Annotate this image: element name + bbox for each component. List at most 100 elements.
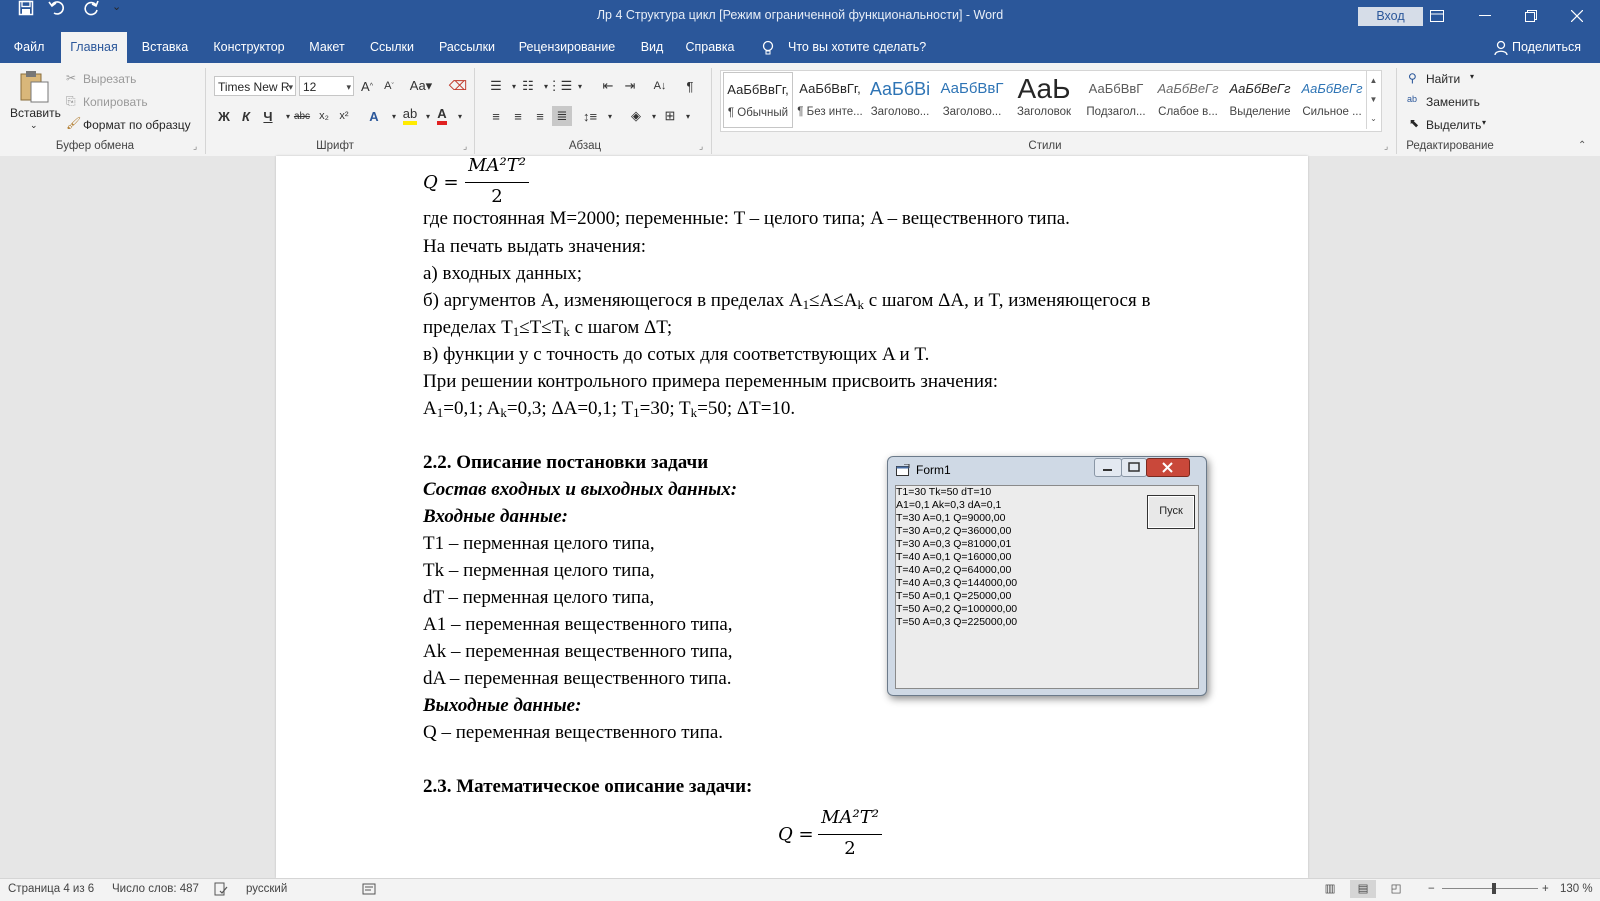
strikethrough-icon[interactable]: abc <box>292 106 312 126</box>
font-name-combo[interactable]: Times New R ▾ <box>214 76 296 96</box>
shading-icon[interactable]: ◈ <box>626 106 646 126</box>
page-counter[interactable]: Страница 4 из 6 <box>8 878 94 900</box>
style-heading2[interactable]: АаБбВвГ Заголово... <box>937 72 1007 128</box>
style-normal[interactable]: АаБбВвГг, ¶ Обычный <box>723 72 793 128</box>
style-subtitle[interactable]: АаБбВвГ Подзагол... <box>1081 72 1151 128</box>
tab-view[interactable]: Вид <box>632 32 672 63</box>
grow-font-icon[interactable]: A ^ <box>357 76 377 96</box>
find-dropdown-icon[interactable]: ▾ <box>1470 72 1474 81</box>
cut-icon: ✂ <box>66 71 77 85</box>
copy-button[interactable]: Копировать <box>83 95 148 109</box>
restore-icon[interactable] <box>1508 0 1554 32</box>
style-no-spacing[interactable]: АаБбВвГг, ¶ Без инте... <box>795 72 865 128</box>
align-left-icon[interactable]: ≡ <box>486 106 506 126</box>
proofing-icon[interactable] <box>214 882 228 896</box>
borders-icon[interactable]: ⊞ <box>660 106 680 126</box>
underline-icon[interactable]: Ч <box>258 106 278 126</box>
format-painter-button[interactable]: Формат по образцу <box>83 118 191 132</box>
tab-mailings[interactable]: Рассылки <box>432 32 502 63</box>
tab-file[interactable]: Файл <box>0 32 58 63</box>
styles-dialog-launcher[interactable]: ⌟ <box>1384 141 1388 152</box>
multilevel-dropdown-icon[interactable]: ▾ <box>570 76 590 96</box>
clipboard-dialog-launcher[interactable]: ⌟ <box>193 141 197 152</box>
zoom-slider-track[interactable] <box>1442 888 1538 889</box>
word-count[interactable]: Число слов: 487 <box>112 878 199 900</box>
align-center-icon[interactable]: ≡ <box>508 106 528 126</box>
styles-scroll-controls[interactable]: ▲ ▼ ⌄ <box>1366 71 1380 129</box>
superscript-icon[interactable]: x² <box>334 106 354 126</box>
form1-title-bar[interactable]: Form1 <box>888 457 1206 483</box>
section-heading: 2.2. Описание постановки задачи <box>423 452 709 473</box>
zoom-in-icon[interactable]: + <box>1542 878 1549 900</box>
replace-button[interactable]: Заменить <box>1426 95 1480 109</box>
style-title[interactable]: АаЬ Заголовок <box>1009 72 1079 128</box>
style-intense-emphasis[interactable]: АаБбВеГг Сильное ... <box>1297 72 1367 128</box>
share-button[interactable]: Поделиться <box>1512 32 1581 63</box>
zoom-slider-thumb[interactable] <box>1491 883 1496 894</box>
form1-minimize-icon[interactable] <box>1094 458 1122 477</box>
print-layout-icon[interactable]: ▤ <box>1350 880 1376 898</box>
align-right-icon[interactable]: ≡ <box>530 106 550 126</box>
copy-icon: ⎘ <box>66 94 76 108</box>
tab-review[interactable]: Рецензирование <box>512 32 622 63</box>
paragraph-dialog-launcher[interactable]: ⌟ <box>699 141 703 152</box>
borders-dropdown-icon[interactable]: ▾ <box>678 106 698 126</box>
style-subtle-emphasis[interactable]: АаБбВеГг Слабое в... <box>1153 72 1223 128</box>
run-button[interactable]: Пуск <box>1147 495 1195 529</box>
paste-button[interactable]: Вставить <box>10 106 61 120</box>
highlight-icon[interactable]: ab <box>400 106 420 126</box>
share-person-icon[interactable] <box>1494 40 1508 59</box>
tab-insert[interactable]: Вставка <box>131 32 199 63</box>
tab-help[interactable]: Справка <box>682 32 738 63</box>
sort-icon[interactable]: A↓ <box>650 76 670 96</box>
zoom-out-icon[interactable]: − <box>1428 878 1435 900</box>
paste-icon[interactable] <box>18 70 50 107</box>
style-heading1[interactable]: АаБбВі Заголово... <box>865 72 935 128</box>
web-layout-icon[interactable]: ◰ <box>1384 880 1408 898</box>
justify-icon[interactable]: ≣ <box>552 106 572 126</box>
numbering-icon[interactable]: ☷ <box>518 76 538 96</box>
select-button[interactable]: Выделить <box>1426 118 1481 132</box>
macro-record-icon[interactable] <box>362 882 376 896</box>
language-indicator[interactable]: русский <box>246 878 287 900</box>
bold-icon[interactable]: Ж <box>214 106 234 126</box>
paste-dropdown-icon[interactable]: ⌄ <box>30 120 38 131</box>
ribbon-display-options-icon[interactable] <box>1414 0 1460 32</box>
read-mode-icon[interactable]: ▥ <box>1318 880 1342 898</box>
app-icon <box>896 463 910 479</box>
subheading: Состав входных и выходных данных: <box>423 479 738 500</box>
collapse-ribbon-icon[interactable]: ⌃ <box>1578 140 1586 151</box>
text-effects-icon[interactable]: A <box>364 106 384 126</box>
tab-home[interactable]: Главная <box>61 32 127 63</box>
select-dropdown-icon[interactable]: ▾ <box>1482 118 1486 127</box>
font-dialog-launcher[interactable]: ⌟ <box>463 141 467 152</box>
tell-me-search[interactable]: Что вы хотите сделать? <box>788 32 926 63</box>
line-spacing-dropdown-icon[interactable]: ▾ <box>600 106 620 126</box>
multilevel-list-icon[interactable]: ⋮☰ <box>548 76 573 96</box>
cut-button[interactable]: Вырезать <box>83 72 136 86</box>
style-emphasis[interactable]: АаБбВеГг Выделение <box>1225 72 1295 128</box>
tab-layout[interactable]: Макет <box>302 32 352 63</box>
close-icon[interactable] <box>1554 0 1600 32</box>
bullets-icon[interactable]: ☰ <box>486 76 506 96</box>
minimize-icon[interactable] <box>1462 0 1508 32</box>
decrease-indent-icon[interactable]: ⇤ <box>598 76 618 96</box>
form1-maximize-icon[interactable] <box>1121 458 1147 477</box>
italic-icon[interactable]: К <box>236 106 256 126</box>
shrink-font-icon[interactable]: Aˇ <box>379 76 399 96</box>
font-color-icon[interactable]: A <box>432 106 452 126</box>
increase-indent-icon[interactable]: ⇥ <box>620 76 640 96</box>
change-case-icon[interactable]: Aa▾ <box>407 76 435 96</box>
subscript-icon[interactable]: x₂ <box>314 106 334 126</box>
clear-formatting-icon[interactable]: ⌫ <box>448 76 468 96</box>
format-painter-icon: 🖌 <box>66 116 82 130</box>
show-marks-icon[interactable]: ¶ <box>680 76 700 96</box>
tab-design[interactable]: Конструктор <box>204 32 294 63</box>
form1-close-icon[interactable] <box>1146 458 1190 477</box>
find-button[interactable]: Найти <box>1426 72 1460 86</box>
line-spacing-icon[interactable]: ↕≡ <box>580 106 600 126</box>
font-size-combo[interactable]: 12 ▾ <box>299 76 354 96</box>
zoom-level[interactable]: 130 % <box>1560 878 1593 900</box>
tab-references[interactable]: Ссылки <box>362 32 422 63</box>
font-color-dropdown-icon[interactable]: ▾ <box>450 106 470 126</box>
